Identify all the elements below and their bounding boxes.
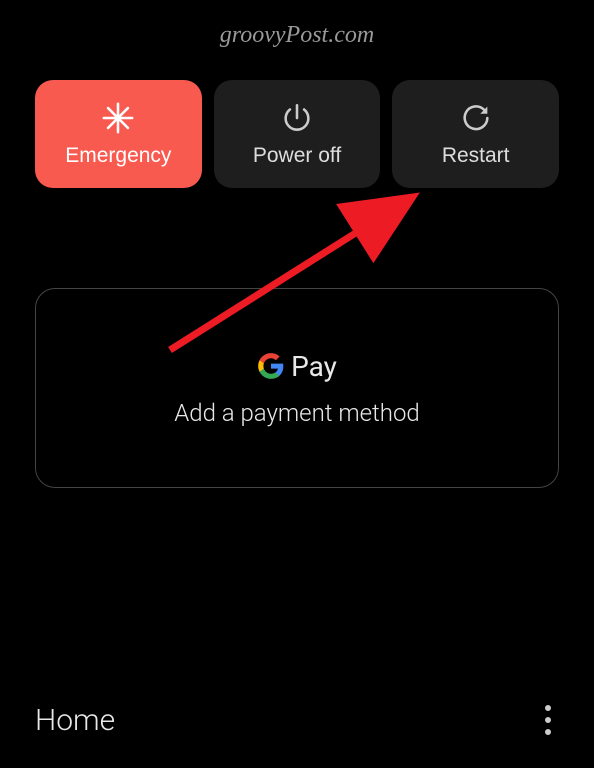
emergency-icon bbox=[100, 100, 136, 136]
gpay-logo: Pay bbox=[257, 350, 337, 383]
gpay-brand-text: Pay bbox=[291, 350, 337, 383]
restart-label: Restart bbox=[442, 144, 510, 168]
emergency-button[interactable]: Emergency bbox=[35, 80, 202, 188]
power-off-button[interactable]: Power off bbox=[214, 80, 381, 188]
dot-icon bbox=[545, 729, 551, 735]
emergency-label: Emergency bbox=[65, 144, 171, 168]
dot-icon bbox=[545, 705, 551, 711]
power-off-label: Power off bbox=[253, 144, 341, 168]
power-icon bbox=[279, 100, 315, 136]
google-g-icon bbox=[257, 352, 285, 380]
gpay-subtitle: Add a payment method bbox=[174, 399, 420, 427]
restart-icon bbox=[458, 100, 494, 136]
dot-icon bbox=[545, 717, 551, 723]
home-label: Home bbox=[35, 703, 115, 738]
watermark-text: groovyPost.com bbox=[220, 22, 374, 49]
gpay-card[interactable]: Pay Add a payment method bbox=[35, 288, 559, 488]
more-menu-button[interactable] bbox=[537, 697, 559, 743]
restart-button[interactable]: Restart bbox=[392, 80, 559, 188]
bottom-bar: Home bbox=[0, 697, 594, 743]
